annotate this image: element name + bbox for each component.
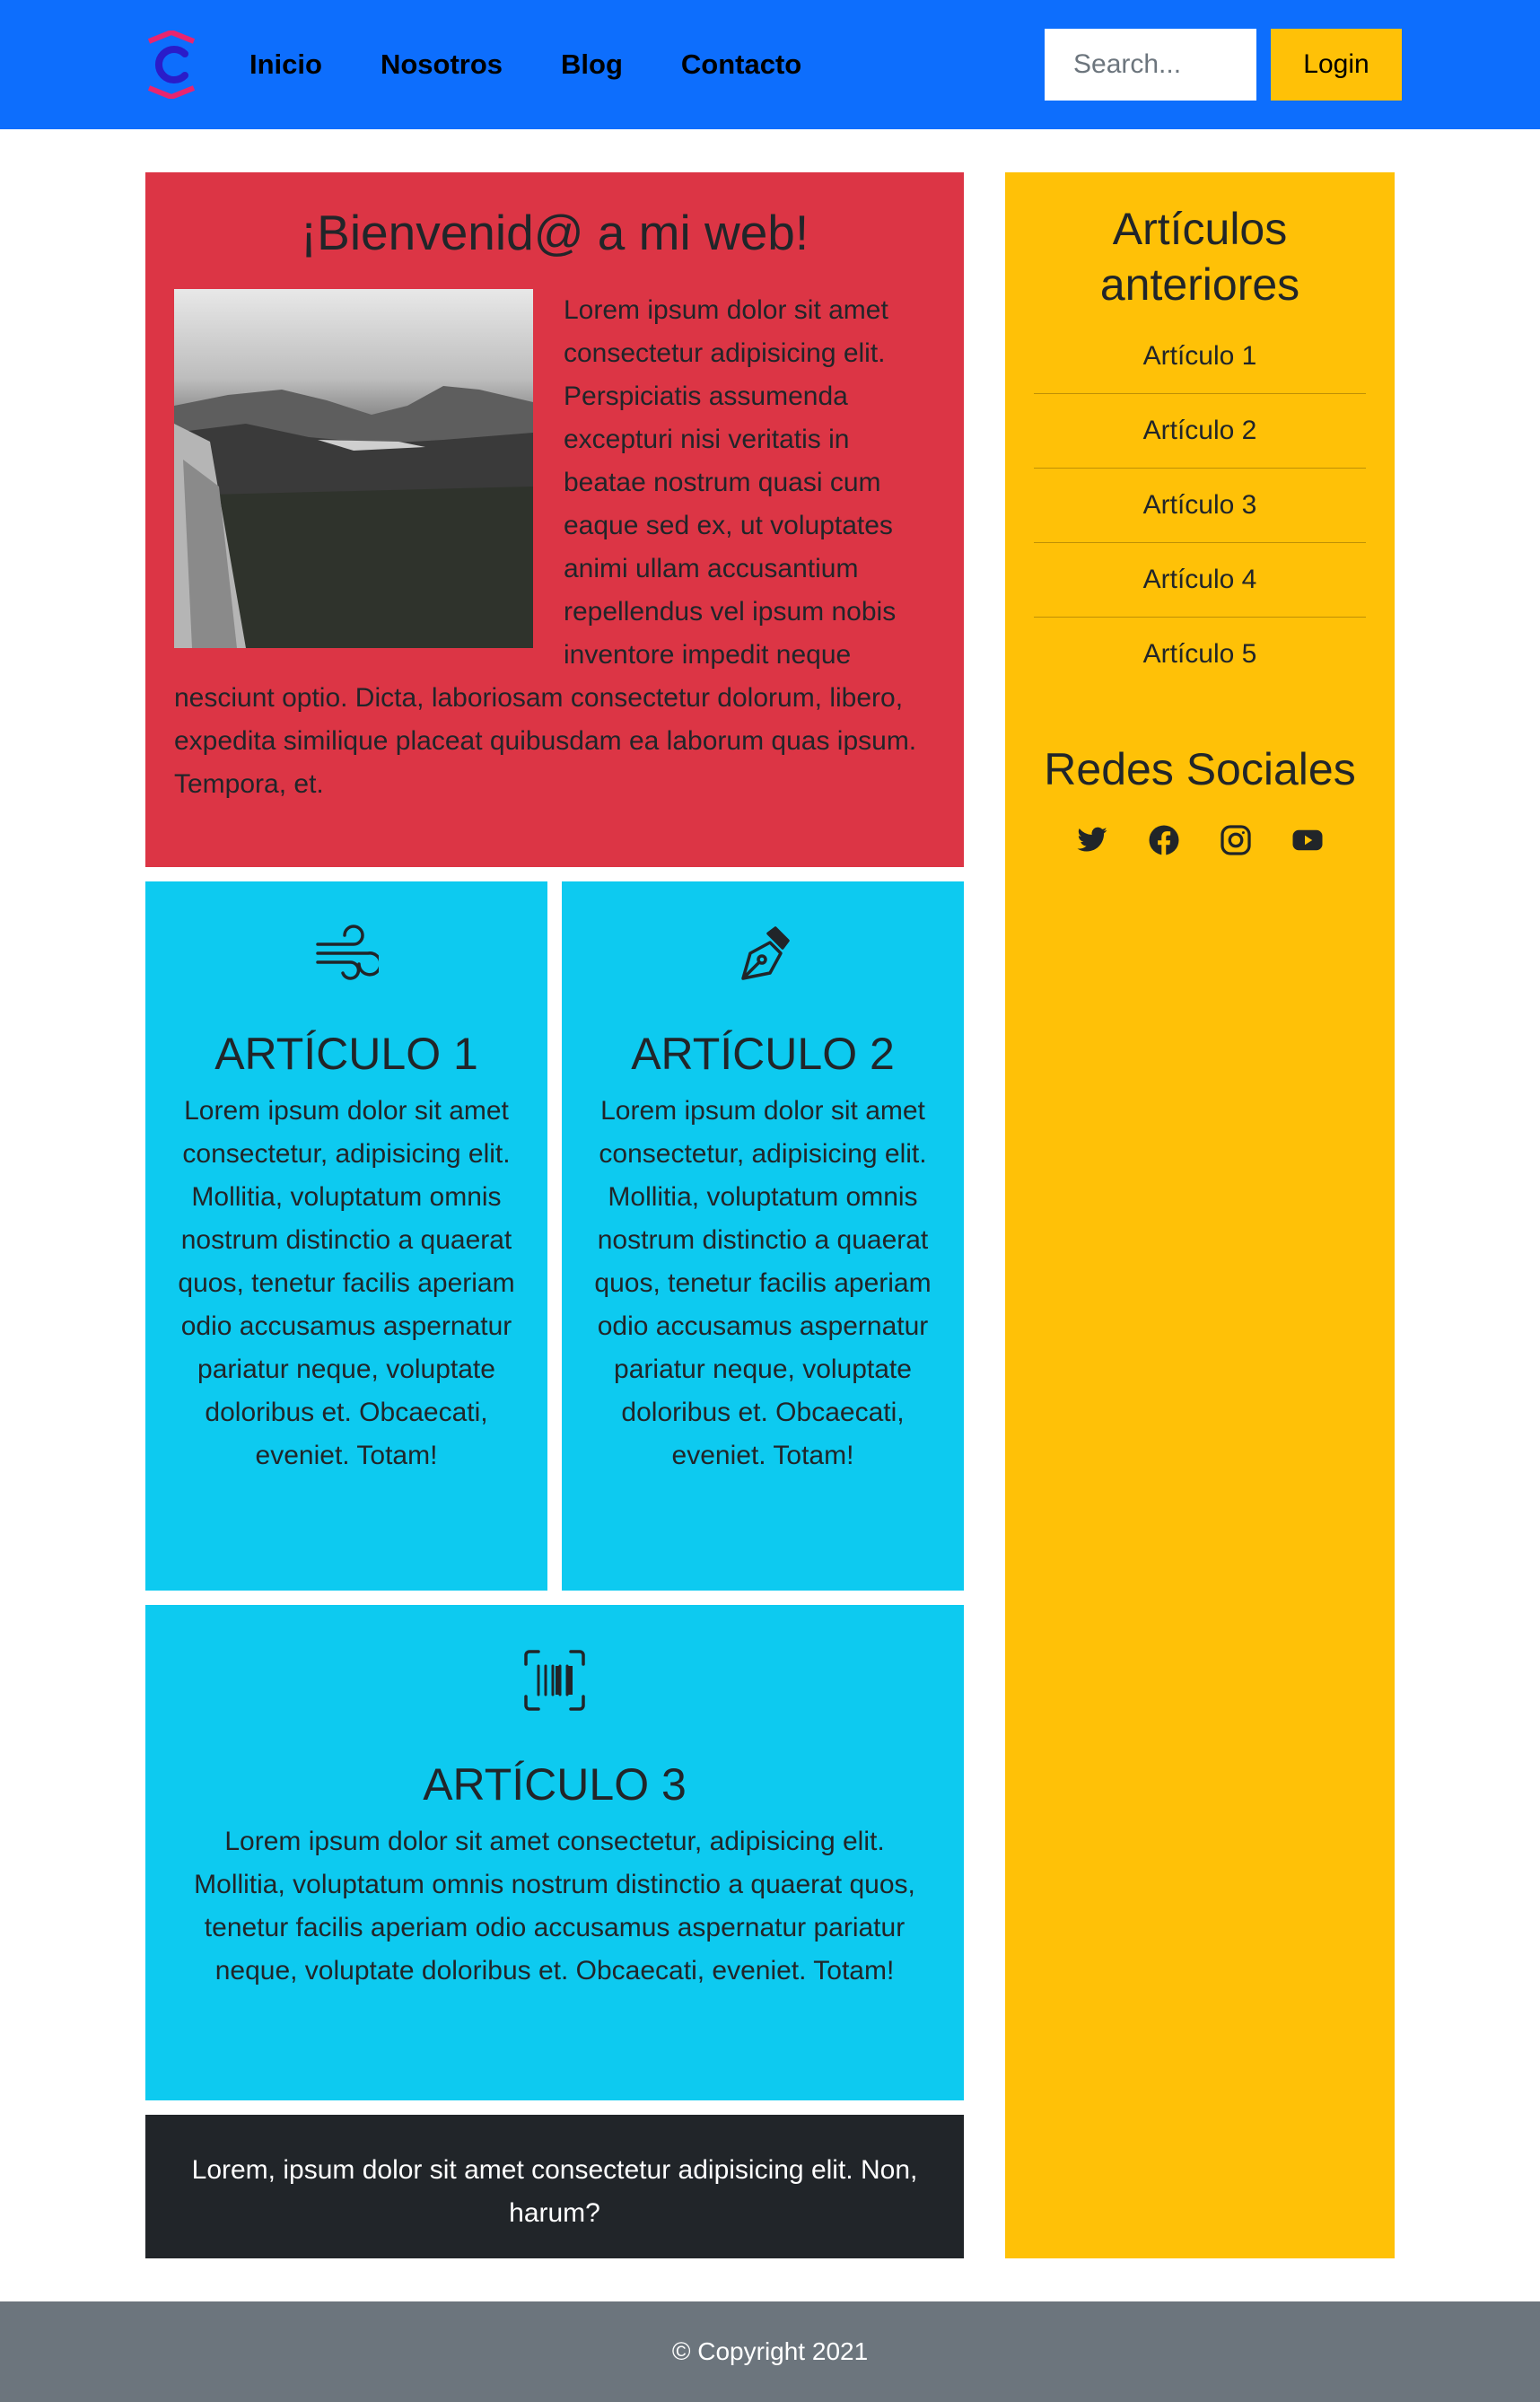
welcome-section: ¡Bienvenid@ a mi web! Lorem ipsum dolor … (145, 172, 964, 867)
sidebar-item-articulo-1[interactable]: Artículo 1 (1034, 320, 1366, 394)
sidebar: Artículos anteriores Artículo 1 Artículo… (1005, 172, 1395, 2258)
footer: © Copyright 2021 (0, 2301, 1540, 2402)
article-card-3: ARTÍCULO 3 Lorem ipsum dolor sit amet co… (145, 1605, 964, 2100)
article-text: Lorem ipsum dolor sit amet consectetur, … (194, 1827, 915, 1986)
dark-info-box: Lorem, ipsum dolor sit amet consectetur … (145, 2115, 964, 2258)
nav-link-contacto[interactable]: Contacto (681, 45, 801, 84)
facebook-icon[interactable] (1148, 824, 1180, 856)
nav-links: Inicio Nosotros Blog Contacto (249, 45, 860, 84)
sidebar-item-articulo-2[interactable]: Artículo 2 (1034, 394, 1366, 469)
article-title: ARTÍCULO 3 (423, 1759, 687, 1810)
wind-icon (316, 925, 379, 980)
twitter-icon[interactable] (1076, 824, 1108, 856)
copyright-text: © Copyright 2021 (671, 2337, 869, 2365)
c-logo-icon[interactable] (144, 31, 199, 99)
landscape-photo (174, 289, 533, 648)
sidebar-item-articulo-3[interactable]: Artículo 3 (1034, 469, 1366, 543)
article-card-1: ARTÍCULO 1 Lorem ipsum dolor sit amet co… (145, 881, 547, 1591)
search-input[interactable] (1045, 29, 1256, 101)
pen-nib-icon (741, 926, 790, 980)
youtube-icon[interactable] (1291, 824, 1324, 856)
article-title: ARTÍCULO 2 (631, 1029, 895, 1079)
article-text: Lorem ipsum dolor sit amet consectetur, … (594, 1096, 932, 1470)
previous-articles-list: Artículo 1 Artículo 2 Artículo 3 Artícul… (1034, 320, 1366, 691)
navbar: Inicio Nosotros Blog Contacto Login (0, 0, 1540, 129)
article-title: ARTÍCULO 1 (214, 1029, 478, 1079)
article-card-2: ARTÍCULO 2 Lorem ipsum dolor sit amet co… (562, 881, 964, 1591)
sidebar-title: Artículos anteriores (1099, 204, 1300, 310)
sidebar-item-articulo-4[interactable]: Artículo 4 (1034, 543, 1366, 618)
instagram-icon[interactable] (1220, 824, 1252, 856)
social-links (1034, 824, 1366, 856)
article-text: Lorem ipsum dolor sit amet consectetur, … (178, 1096, 515, 1470)
login-button[interactable]: Login (1271, 29, 1402, 101)
nav-link-nosotros[interactable]: Nosotros (381, 45, 503, 84)
sidebar-item-articulo-5[interactable]: Artículo 5 (1034, 618, 1366, 691)
nav-link-inicio[interactable]: Inicio (249, 45, 322, 84)
social-title: Redes Sociales (1044, 744, 1356, 794)
barcode-scan-icon (524, 1650, 585, 1711)
nav-link-blog[interactable]: Blog (561, 45, 623, 84)
welcome-title: ¡Bienvenid@ a mi web! (300, 205, 809, 260)
